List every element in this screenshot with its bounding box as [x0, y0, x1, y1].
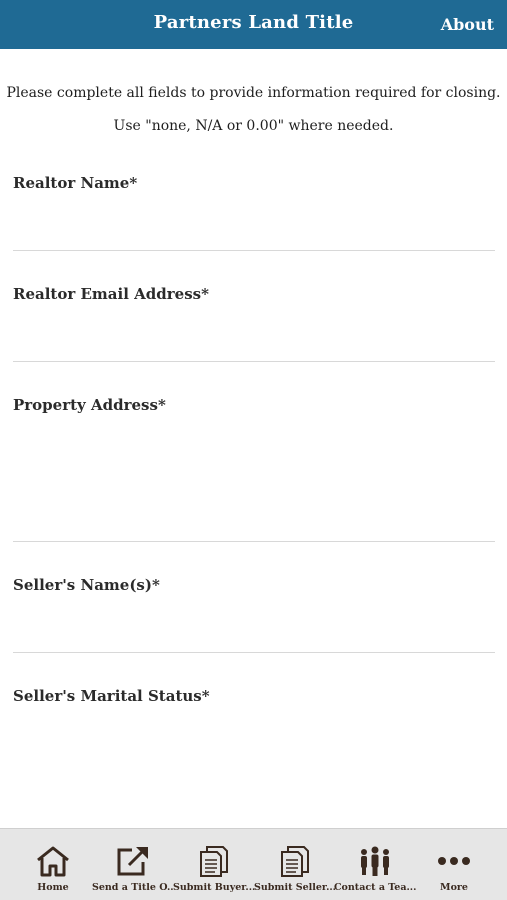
home-icon — [12, 845, 94, 877]
realtor-email-label: Realtor Email Address* — [13, 285, 209, 303]
seller-names-label: Seller's Name(s)* — [13, 576, 160, 594]
app-header: Partners Land Title About — [0, 0, 507, 49]
tab-submit-seller-label: Submit Seller... — [254, 882, 336, 893]
more-icon — [413, 845, 495, 877]
tab-contact-team-label: Contact a Tea... — [334, 882, 416, 893]
tab-more-label: More — [440, 882, 468, 893]
realtor-name-field: Realtor Name* — [0, 170, 507, 252]
bottom-tab-bar: Home Send a Title O... Submit Buyer... S… — [0, 828, 507, 900]
property-address-label: Property Address* — [13, 396, 166, 414]
tab-submit-buyer-label: Submit Buyer... — [173, 882, 255, 893]
tab-submit-seller[interactable]: Submit Seller... — [254, 829, 336, 900]
external-link-icon — [92, 845, 174, 877]
tab-send-title-order[interactable]: Send a Title O... — [92, 829, 174, 900]
app-title: Partners Land Title — [153, 12, 354, 33]
tab-send-title-order-label: Send a Title O... — [92, 882, 174, 893]
tab-submit-buyer[interactable]: Submit Buyer... — [173, 829, 255, 900]
intro-instructions: Please complete all fields to provide in… — [6, 85, 501, 101]
property-address-field: Property Address* — [0, 392, 507, 543]
property-address-input[interactable] — [13, 432, 495, 542]
seller-names-input[interactable] — [13, 616, 495, 653]
tab-more[interactable]: More — [413, 829, 495, 900]
document-icon — [173, 845, 255, 877]
team-icon — [334, 845, 416, 877]
realtor-name-input[interactable] — [13, 214, 495, 251]
seller-names-field: Seller's Name(s)* — [0, 572, 507, 654]
tab-home[interactable]: Home — [12, 829, 94, 900]
intro-hint: Use "none, N/A or 0.00" where needed. — [113, 118, 394, 134]
tab-contact-team[interactable]: Contact a Tea... — [334, 829, 416, 900]
realtor-name-label: Realtor Name* — [13, 174, 138, 192]
tab-home-label: Home — [37, 882, 69, 893]
document-icon — [254, 845, 336, 877]
realtor-email-input[interactable] — [13, 325, 495, 362]
about-button[interactable]: About — [441, 15, 494, 34]
seller-marital-status-field: Seller's Marital Status* — [0, 683, 507, 823]
seller-marital-status-label: Seller's Marital Status* — [13, 687, 210, 705]
realtor-email-field: Realtor Email Address* — [0, 281, 507, 363]
seller-marital-status-input[interactable] — [13, 723, 495, 823]
